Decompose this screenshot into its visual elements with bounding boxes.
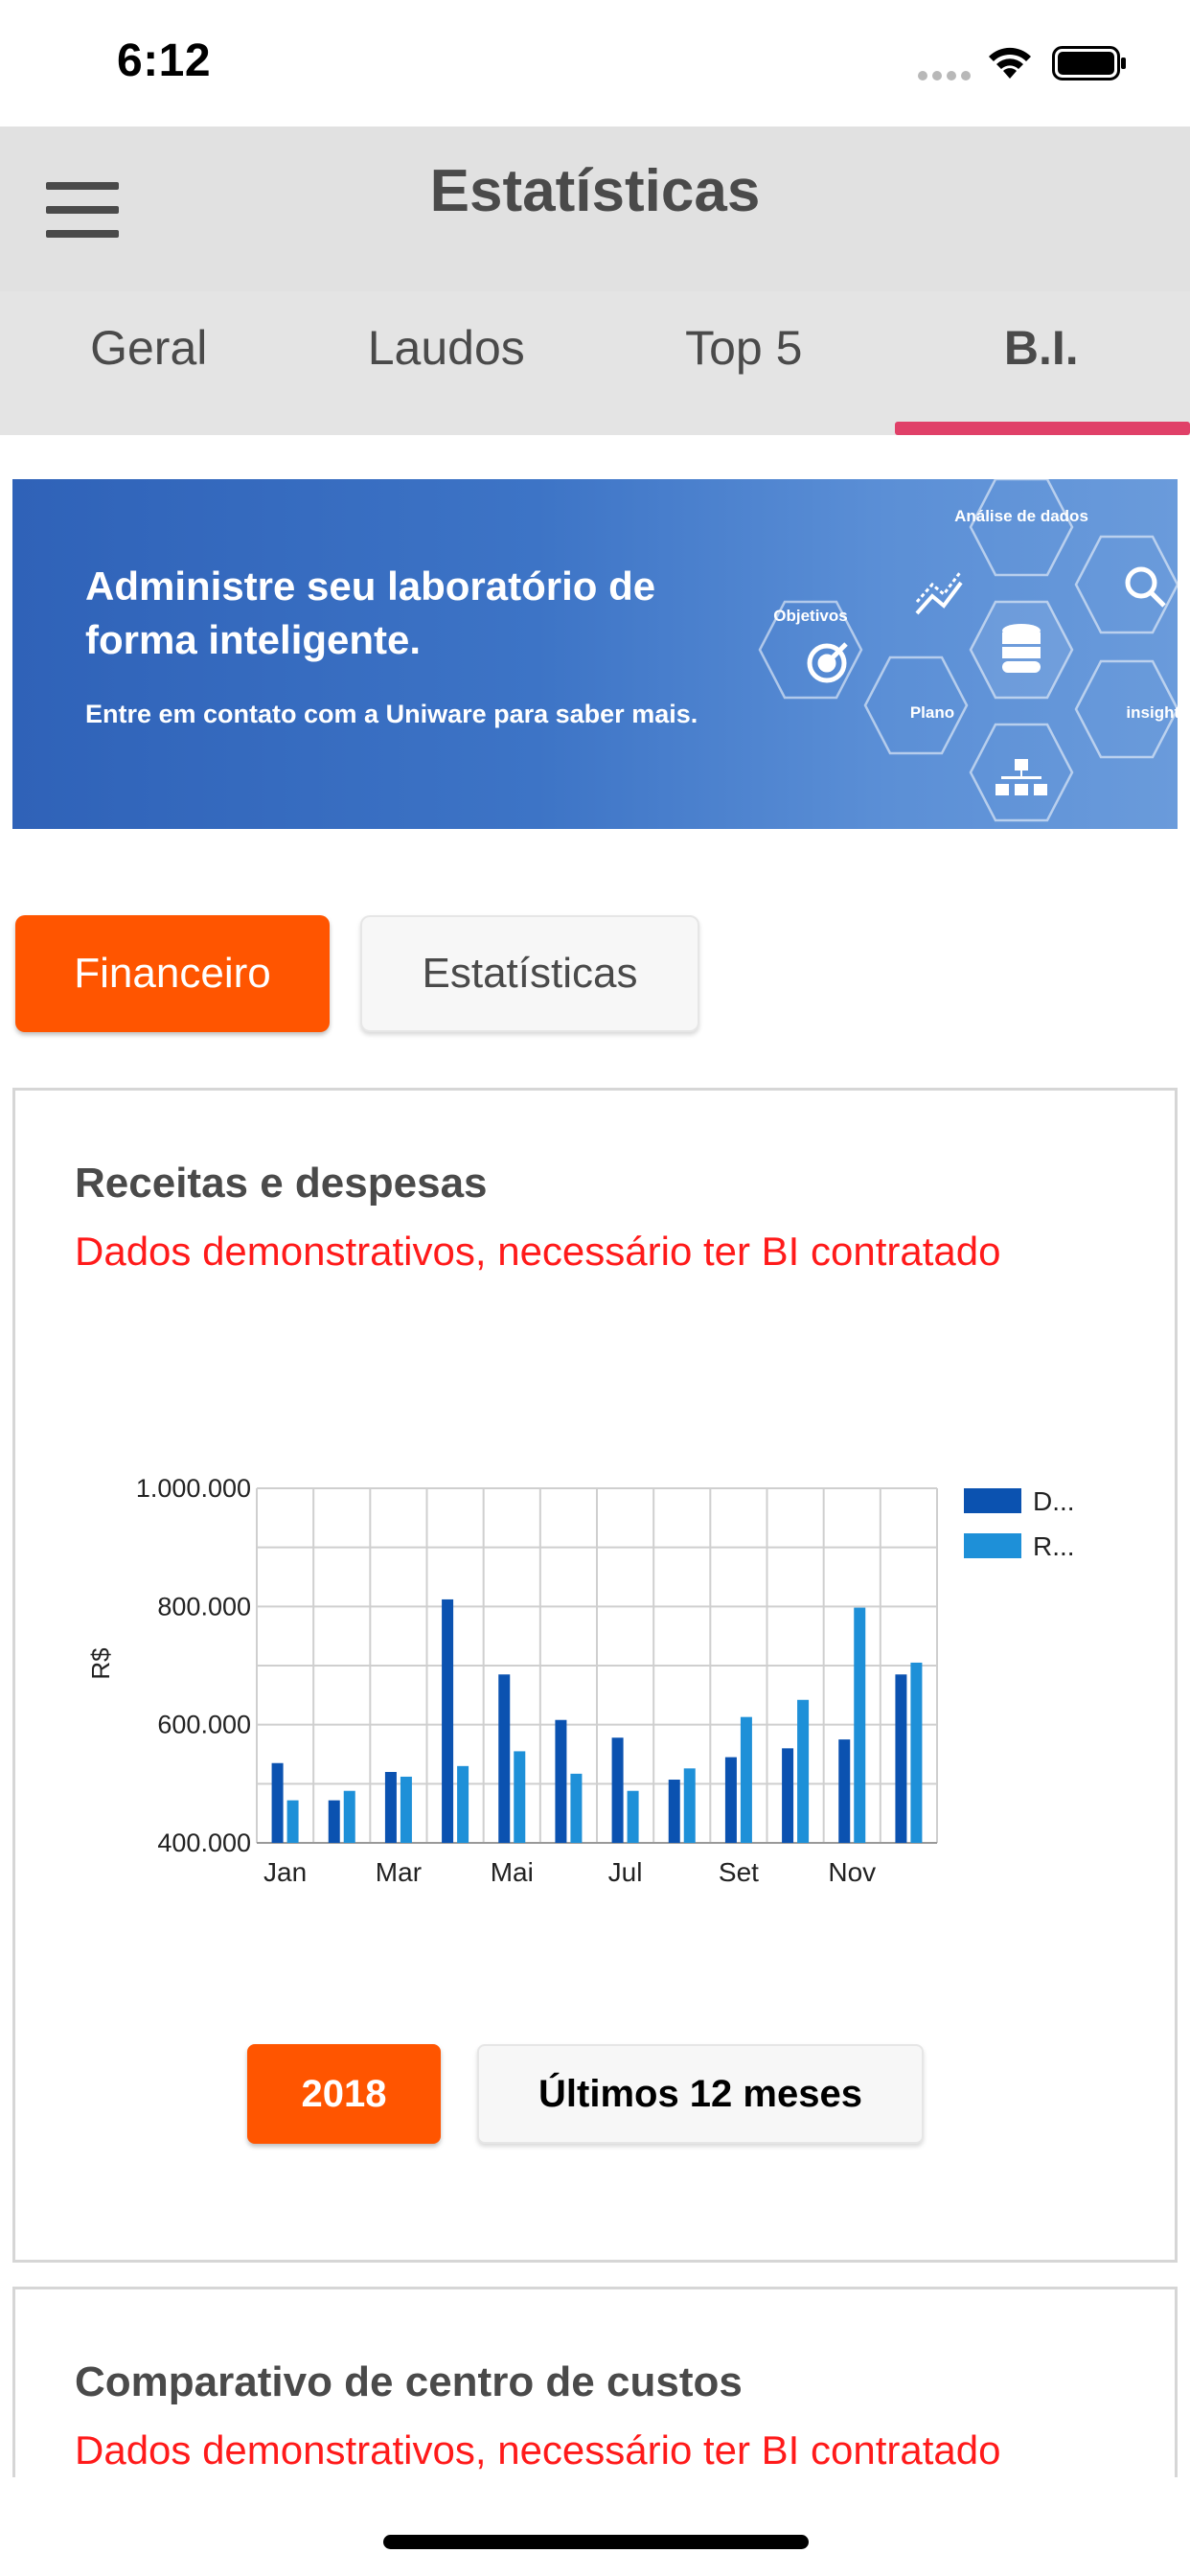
bar-1-jul[interactable] (611, 1737, 624, 1843)
legend-swatch-series-1 (964, 1488, 1021, 1513)
banner-text: Administre seu laboratório de forma inte… (85, 560, 775, 729)
bar-1-dez[interactable] (895, 1674, 907, 1843)
home-indicator-area (0, 2477, 1190, 2576)
hex-label-objetivos: Objetivos (773, 607, 847, 625)
tab-top5[interactable]: Top 5 (595, 291, 893, 435)
revenue-expenses-card: Receitas e despesas Dados demonstrativos… (12, 1088, 1178, 2263)
bar-1-nov[interactable] (838, 1739, 851, 1843)
tab-laudos[interactable]: Laudos (298, 291, 596, 435)
bar-2-jun[interactable] (570, 1773, 583, 1843)
bar-1-mai[interactable] (498, 1674, 511, 1843)
tab-bar: Geral Laudos Top 5 B.I. (0, 291, 1190, 435)
legend-label-series-2: R... (1033, 1531, 1075, 1561)
search-icon (1125, 566, 1166, 608)
legend-swatch-series-2 (964, 1533, 1021, 1558)
status-time: 6:12 (117, 35, 212, 86)
bar-2-dez[interactable] (910, 1662, 923, 1843)
estatisticas-button[interactable]: Estatísticas (360, 915, 699, 1032)
bar-1-jun[interactable] (555, 1719, 567, 1843)
status-bar: 6:12 (0, 0, 1190, 126)
active-tab-indicator (894, 422, 1190, 435)
bar-2-mai[interactable] (514, 1751, 526, 1843)
y-tick-label: 1.000.000 (136, 1474, 251, 1503)
bar-1-jan[interactable] (271, 1762, 284, 1843)
bar-2-jan[interactable] (286, 1800, 299, 1843)
bar-1-set[interactable] (724, 1757, 737, 1843)
tab-label: Geral (90, 321, 208, 375)
bar-2-mar[interactable] (400, 1776, 412, 1843)
demo-data-warning: Dados demonstrativos, necessário ter BI … (75, 2427, 1001, 2472)
tab-bi[interactable]: B.I. (893, 291, 1190, 435)
target-icon (807, 642, 848, 683)
database-icon (1002, 624, 1041, 673)
banner-headline: Administre seu laboratório de forma inte… (85, 564, 656, 662)
hex-label-analise: Análise de dados (954, 507, 1088, 525)
x-tick-label: Set (719, 1857, 759, 1887)
hex-label-insights: insights (1126, 703, 1178, 722)
y-tick-label: 600.000 (157, 1711, 251, 1739)
bar-1-abr[interactable] (442, 1598, 454, 1843)
x-tick-label: Jan (263, 1857, 307, 1887)
legend-label-series-1: D... (1033, 1486, 1075, 1516)
x-tick-label: Mar (376, 1857, 422, 1887)
y-tick-label: 800.000 (157, 1592, 251, 1621)
last-12-months-button[interactable]: Últimos 12 meses (477, 2044, 924, 2144)
bar-2-out[interactable] (797, 1699, 810, 1843)
tab-label: Laudos (367, 321, 525, 375)
year-2018-button[interactable]: 2018 (247, 2044, 441, 2144)
bar-2-ago[interactable] (683, 1768, 696, 1843)
bar-1-mar[interactable] (384, 1772, 397, 1843)
bar-2-jul[interactable] (627, 1790, 639, 1843)
card-title: Comparativo de centro de custos (75, 2358, 743, 2405)
tab-geral[interactable]: Geral (0, 291, 298, 435)
hex-label-plano: Plano (910, 703, 954, 722)
section-selector: Financeiro Estatísticas (15, 915, 699, 1032)
home-indicator[interactable] (383, 2535, 809, 2549)
period-selector: 2018 Últimos 12 meses (247, 2044, 924, 2144)
bar-1-ago[interactable] (668, 1780, 680, 1843)
bi-promo-banner[interactable]: Análise de dados Objetivos Plano insight… (12, 479, 1178, 829)
bar-1-out[interactable] (782, 1748, 794, 1843)
x-tick-label: Mai (491, 1857, 534, 1887)
cellular-signal-icon (918, 71, 971, 80)
financeiro-button[interactable]: Financeiro (15, 915, 330, 1032)
bar-2-abr[interactable] (457, 1765, 469, 1843)
bar-2-set[interactable] (740, 1716, 752, 1843)
x-tick-label: Jul (608, 1857, 643, 1887)
revenue-expenses-chart: 400.000 600.000 800.000 1.000.000 Jan Mar Mai… (86, 1474, 1075, 1887)
battery-icon (1052, 46, 1126, 80)
tab-label: Top 5 (685, 321, 803, 375)
y-axis-label: R$ (86, 1647, 115, 1680)
x-tick-label: Nov (828, 1857, 876, 1887)
wifi-icon (989, 47, 1031, 79)
org-chart-icon (995, 759, 1047, 795)
nav-header: Estatísticas (0, 126, 1190, 291)
chart-legend: D... R... (964, 1486, 1075, 1561)
trend-chart-icon (915, 581, 963, 615)
bar-2-nov[interactable] (854, 1607, 866, 1843)
tab-label: B.I. (1003, 321, 1079, 375)
page-title: Estatísticas (429, 158, 761, 224)
bar-1-fev[interactable] (328, 1800, 340, 1843)
y-tick-label: 400.000 (157, 1828, 251, 1857)
banner-subtext: Entre em contato com a Uniware para sabe… (85, 700, 698, 728)
bar-2-fev[interactable] (343, 1790, 355, 1843)
